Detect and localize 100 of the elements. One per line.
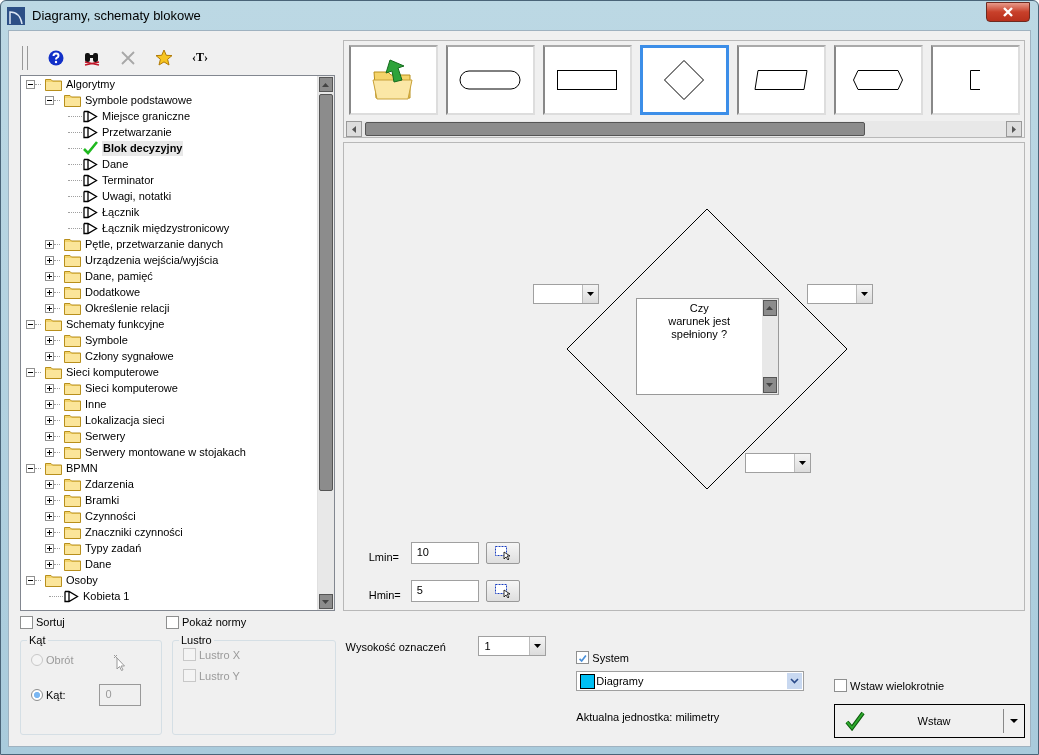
expand-icon[interactable] [45, 303, 54, 313]
collapse-icon[interactable] [45, 95, 54, 105]
tree-item[interactable]: Pętle, przetwarzanie danych [84, 236, 225, 252]
tree-item[interactable]: Czynności [84, 508, 137, 524]
tree-item[interactable]: Dane, pamięć [84, 268, 154, 284]
tree-item[interactable]: Sieci komputerowe [84, 380, 179, 396]
folder-icon [64, 381, 81, 395]
tree-item[interactable]: Człony sygnałowe [84, 348, 175, 364]
tree-item[interactable]: Dane [101, 156, 130, 172]
dropdown[interactable] [806, 284, 873, 304]
expand-icon[interactable] [45, 335, 54, 345]
tree-item[interactable]: Algorytmy [65, 76, 116, 92]
close-button[interactable] [986, 1, 1030, 22]
expand-icon[interactable] [45, 447, 54, 457]
checkbox[interactable] [166, 615, 179, 629]
expand-icon[interactable] [45, 383, 54, 393]
shape-tile[interactable] [736, 45, 826, 115]
shape-tile[interactable] [833, 45, 923, 115]
expand-icon[interactable] [45, 479, 54, 489]
symbol-icon [83, 125, 98, 139]
folder-icon [64, 397, 81, 411]
expand-icon[interactable] [45, 527, 54, 537]
shape-tile[interactable] [930, 45, 1020, 115]
dropdown[interactable] [532, 284, 599, 304]
height-dropdown[interactable]: 1 [477, 636, 546, 656]
layer-dropdown[interactable]: Diagramy [576, 671, 805, 691]
expand-icon[interactable] [45, 351, 54, 361]
tree-item[interactable]: Bramki [84, 492, 121, 508]
expand-icon[interactable] [45, 271, 54, 281]
collapse-icon[interactable] [26, 575, 35, 585]
tree-item[interactable]: Łącznik międzystronicowy [101, 220, 231, 236]
tree-item[interactable]: Znaczniki czynności [84, 524, 184, 540]
tree-item[interactable]: Urządzenia wejścia/wyjścia [84, 252, 220, 268]
text-area[interactable]: Czy warunek jest spełniony ? [635, 298, 779, 395]
tree-item[interactable]: Określenie relacji [84, 300, 171, 316]
tree-item[interactable]: Lokalizacja sieci [84, 412, 166, 428]
scrollbar[interactable] [316, 76, 334, 610]
tree-item[interactable]: Kobieta 1 [82, 588, 131, 604]
collapse-icon[interactable] [26, 367, 35, 377]
tree-item[interactable]: Dodatkowe [84, 284, 142, 300]
tree-item[interactable]: Osoby [65, 572, 99, 588]
input-field[interactable]: 5 [410, 580, 479, 602]
expand-icon[interactable] [45, 543, 54, 553]
dropdown[interactable] [744, 453, 811, 473]
scrollbar[interactable] [345, 121, 1022, 137]
checkbox-label: Sortuj [36, 616, 65, 628]
expand-icon[interactable] [45, 415, 54, 425]
expand-icon[interactable] [45, 399, 54, 409]
collapse-icon[interactable] [26, 463, 35, 473]
tree-item[interactable]: Zdarzenia [84, 476, 135, 492]
folder-icon [64, 445, 81, 459]
tree-item[interactable]: Sieci komputerowe [65, 364, 160, 380]
expand-icon[interactable] [45, 431, 54, 441]
insert-button[interactable]: Wstaw [834, 704, 1025, 738]
collapse-icon[interactable] [26, 319, 35, 329]
input-field[interactable]: 10 [410, 542, 479, 564]
expand-icon[interactable] [45, 287, 54, 297]
tree-item[interactable]: Typy zadań [84, 540, 143, 556]
folder-icon [64, 493, 81, 507]
tree-item[interactable]: Miejsce graniczne [101, 108, 192, 124]
star-icon [155, 49, 173, 66]
unit-text: Aktualna jednostka: milimetry [576, 711, 721, 723]
checkbox[interactable] [576, 651, 590, 664]
text-button[interactable]: ‹T› [182, 45, 218, 70]
tree-item[interactable]: Dane [84, 556, 113, 572]
checkbox-label: Wstaw wielokrotnie [850, 679, 945, 692]
tree-item[interactable]: Przetwarzanie [101, 124, 173, 140]
tree-item[interactable]: Serwery montowane w stojakach [84, 444, 247, 460]
tree-item[interactable]: Schematy funkcyjne [65, 316, 166, 332]
tree-item[interactable]: Symbole podstawowe [84, 92, 193, 108]
symbol-icon [83, 173, 98, 187]
shape-tile[interactable] [445, 45, 535, 115]
collapse-icon[interactable] [26, 79, 35, 89]
expand-icon[interactable] [45, 495, 54, 505]
checkbox[interactable] [834, 679, 847, 692]
expand-icon[interactable] [45, 511, 54, 521]
tree-item[interactable]: BPMN [65, 460, 99, 476]
terminator-icon [459, 70, 522, 90]
tree-item[interactable]: Blok decyzyjny [102, 140, 184, 156]
tree-item[interactable]: Łącznik [101, 204, 141, 220]
tree-item[interactable]: Serwery [84, 428, 127, 444]
expand-icon[interactable] [45, 255, 54, 265]
tree-item[interactable]: Terminator [101, 172, 155, 188]
field-label: Lmin= [368, 550, 400, 563]
tree-item[interactable]: Inne [84, 396, 108, 412]
pick-button[interactable] [485, 542, 520, 564]
hexagon-icon [853, 70, 904, 90]
expand-icon[interactable] [45, 559, 54, 569]
radio-button[interactable] [31, 689, 43, 701]
shape-tile[interactable] [639, 45, 729, 115]
folder-icon [45, 573, 62, 587]
tree-item[interactable]: Uwagi, notatki [101, 188, 173, 204]
tree-item[interactable]: Symbole [84, 332, 129, 348]
shape-tile[interactable] [348, 45, 438, 115]
pick-button[interactable] [485, 580, 520, 602]
shape-tile[interactable] [542, 45, 632, 115]
checkbox[interactable] [20, 615, 33, 629]
diamond-icon [664, 60, 705, 100]
expand-icon[interactable] [45, 239, 54, 249]
radio-label: Obrót [46, 654, 74, 666]
